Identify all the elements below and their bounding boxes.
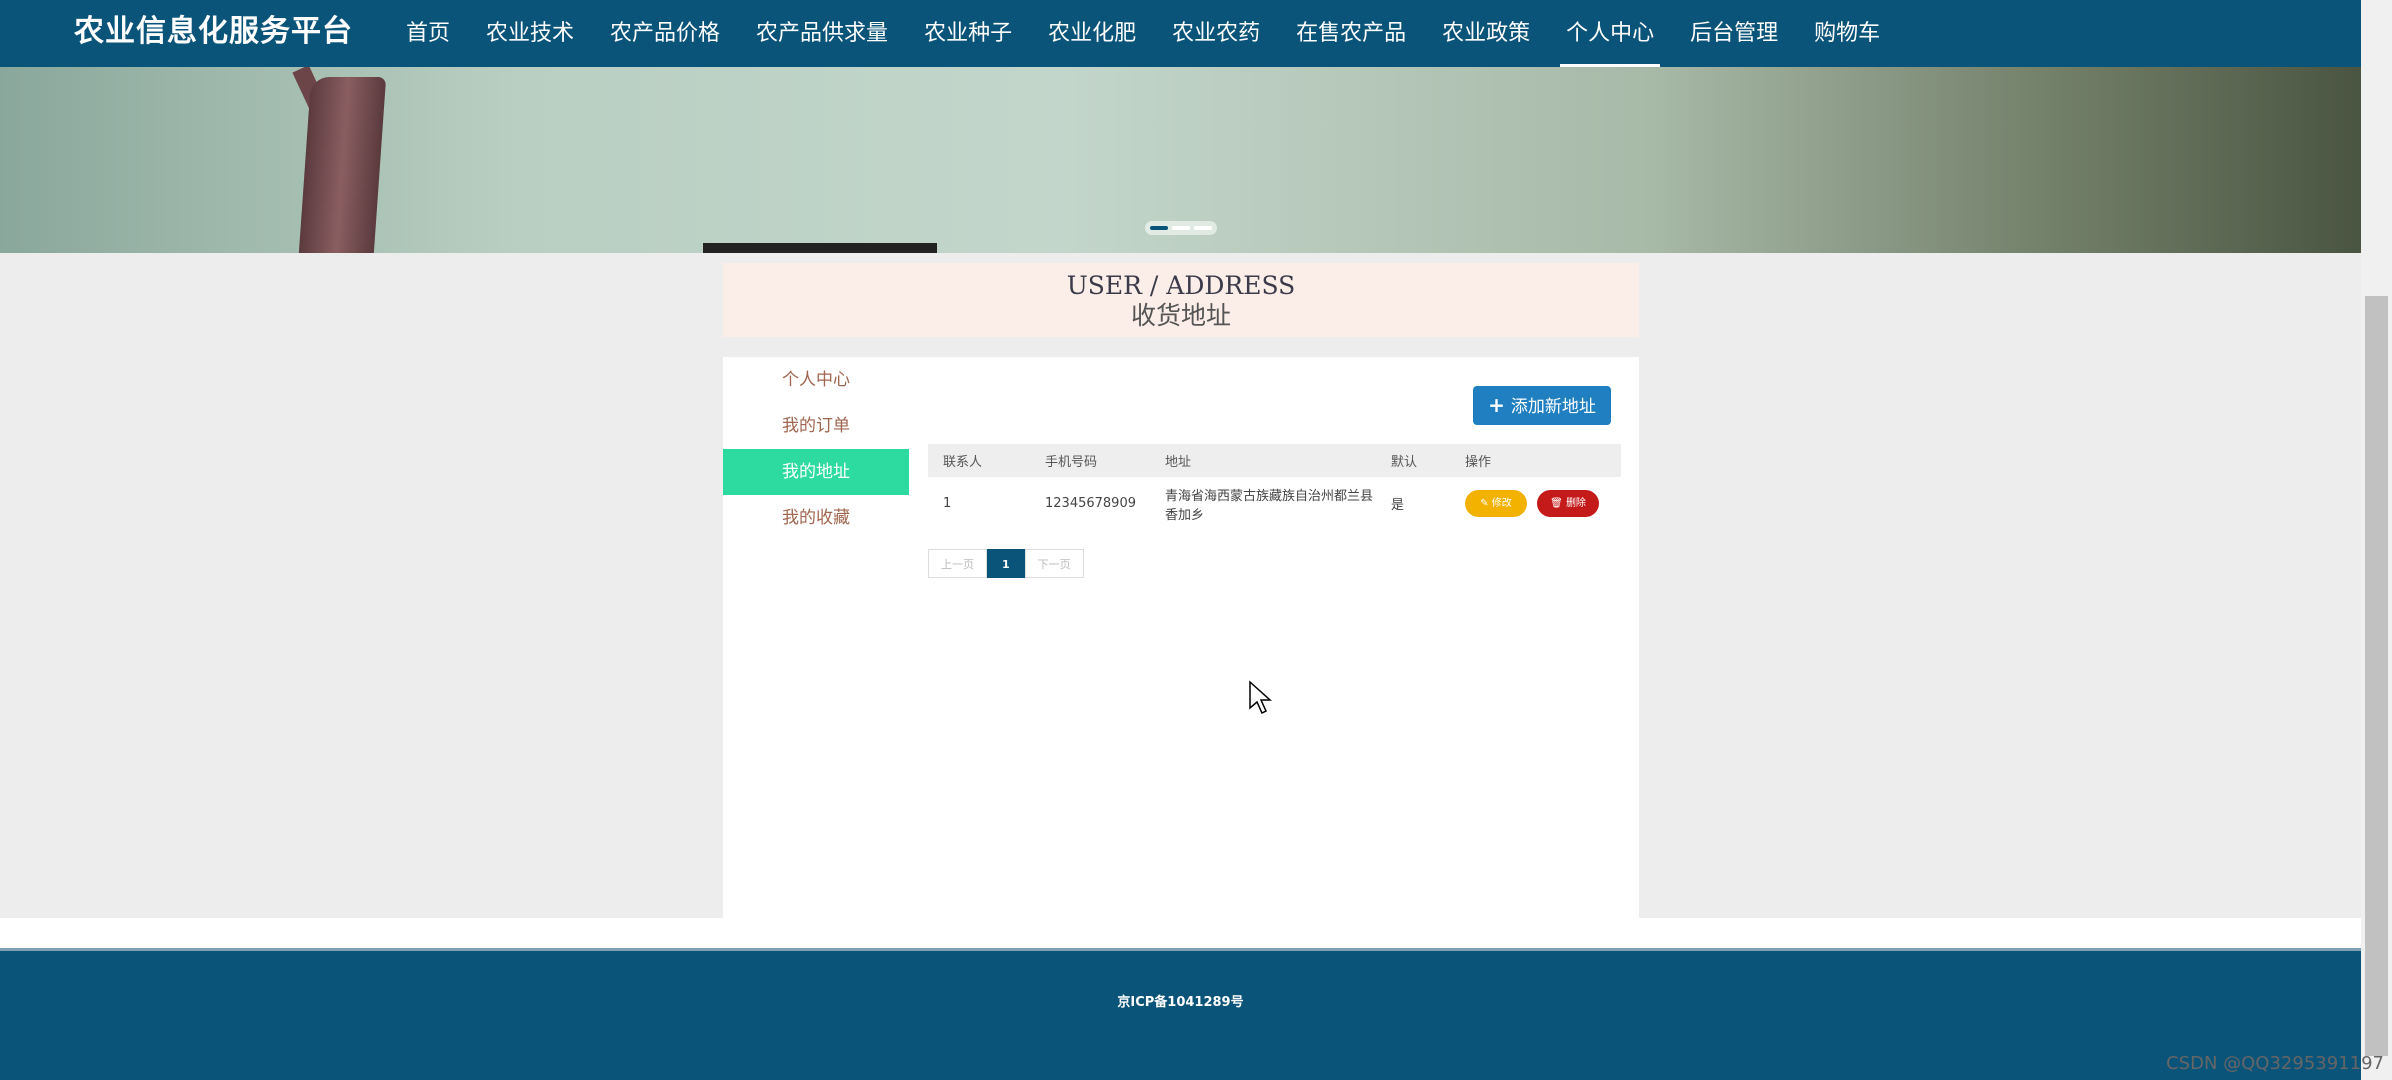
nav-item-admin[interactable]: 后台管理 bbox=[1672, 0, 1796, 67]
user-sidebar: 个人中心 我的订单 我的地址 我的收藏 bbox=[723, 357, 909, 541]
trash-icon: 🗑 bbox=[1550, 498, 1566, 509]
nav-item-home[interactable]: 首页 bbox=[388, 0, 468, 67]
nav-item-policy[interactable]: 农业政策 bbox=[1424, 0, 1548, 67]
cell-contact: 1 bbox=[943, 496, 952, 511]
delete-address-button[interactable]: 🗑 删除 bbox=[1537, 490, 1599, 517]
page-title-box: USER / ADDRESS 收货地址 bbox=[723, 263, 1639, 337]
carousel-dot-2[interactable] bbox=[1172, 226, 1190, 230]
table-header-row: 联系人 手机号码 地址 默认 操作 bbox=[928, 444, 1621, 477]
nav-item-tech[interactable]: 农业技术 bbox=[468, 0, 592, 67]
page-title-cn: 收货地址 bbox=[1130, 301, 1231, 330]
address-panel: 个人中心 我的订单 我的地址 我的收藏 + 添加新地址 联系人 手机号码 地址 默… bbox=[723, 357, 1639, 918]
column-header-phone: 手机号码 bbox=[1030, 444, 1150, 477]
table-row: 1 12345678909 青海省海西蒙古族藏族自治州都兰县香加乡 是 ✎ 修改… bbox=[928, 477, 1621, 530]
page-title-en: USER / ADDRESS bbox=[1066, 271, 1296, 300]
vertical-scrollbar[interactable] bbox=[2361, 0, 2392, 1080]
nav-item-price[interactable]: 农产品价格 bbox=[592, 0, 738, 67]
cell-address: 青海省海西蒙古族藏族自治州都兰县香加乡 bbox=[1165, 488, 1374, 523]
carousel-dot-3[interactable] bbox=[1194, 226, 1212, 230]
pagination-page-current[interactable]: 1 bbox=[987, 549, 1025, 578]
banner-image-post bbox=[703, 243, 937, 253]
mouse-pointer-icon bbox=[1249, 680, 1272, 715]
delete-label: 删除 bbox=[1565, 498, 1586, 509]
watermark: CSDN @QQ3295391197 bbox=[2166, 1053, 2384, 1074]
column-header-address: 地址 bbox=[1150, 444, 1376, 477]
nav-item-pesticide[interactable]: 农业农药 bbox=[1154, 0, 1278, 67]
cell-actions: ✎ 修改 🗑 删除 bbox=[1450, 477, 1621, 530]
carousel-dot-1[interactable] bbox=[1150, 226, 1168, 230]
page-footer: 京ICP备1041289号 bbox=[0, 948, 2361, 1080]
nav-item-supply[interactable]: 农产品供求量 bbox=[738, 0, 906, 67]
sidebar-item-user-center[interactable]: 个人中心 bbox=[723, 357, 909, 403]
top-navbar: 农业信息化服务平台 首页 农业技术 农产品价格 农产品供求量 农业种子 农业化肥… bbox=[0, 0, 2361, 67]
nav-item-products[interactable]: 在售农产品 bbox=[1278, 0, 1424, 67]
sidebar-item-orders[interactable]: 我的订单 bbox=[723, 403, 909, 449]
nav-item-seeds[interactable]: 农业种子 bbox=[906, 0, 1030, 67]
pagination: 上一页 1 下一页 bbox=[928, 549, 1084, 578]
banner-image-trunk bbox=[298, 77, 387, 253]
main-nav: 首页 农业技术 农产品价格 农产品供求量 农业种子 农业化肥 农业农药 在售农产… bbox=[388, 0, 1898, 67]
add-address-button[interactable]: + 添加新地址 bbox=[1473, 386, 1611, 425]
column-header-default: 默认 bbox=[1376, 444, 1450, 477]
pagination-prev[interactable]: 上一页 bbox=[928, 549, 987, 578]
add-address-label: 添加新地址 bbox=[1510, 397, 1596, 417]
footer-spacer bbox=[0, 918, 2361, 948]
sidebar-item-favorites[interactable]: 我的收藏 bbox=[723, 495, 909, 541]
cell-default: 是 bbox=[1391, 498, 1405, 513]
edit-address-button[interactable]: ✎ 修改 bbox=[1465, 490, 1527, 517]
cell-phone: 12345678909 bbox=[1045, 496, 1136, 511]
column-header-contact: 联系人 bbox=[928, 444, 1030, 477]
address-table: 联系人 手机号码 地址 默认 操作 1 12345678909 青海省海西蒙古族… bbox=[928, 444, 1621, 530]
banner-carousel bbox=[0, 67, 2361, 253]
nav-item-cart[interactable]: 购物车 bbox=[1796, 0, 1898, 67]
column-header-actions: 操作 bbox=[1450, 444, 1621, 477]
pencil-icon: ✎ bbox=[1480, 498, 1492, 509]
sidebar-item-address[interactable]: 我的地址 bbox=[723, 449, 909, 495]
edit-label: 修改 bbox=[1491, 498, 1512, 509]
nav-item-fertilizer[interactable]: 农业化肥 bbox=[1030, 0, 1154, 67]
site-brand[interactable]: 农业信息化服务平台 bbox=[74, 12, 353, 52]
carousel-indicators bbox=[1145, 221, 1217, 235]
scrollbar-thumb[interactable] bbox=[2365, 296, 2388, 1056]
plus-icon: + bbox=[1488, 393, 1505, 417]
pagination-next[interactable]: 下一页 bbox=[1024, 549, 1084, 578]
nav-item-user-center[interactable]: 个人中心 bbox=[1548, 0, 1672, 67]
icp-license: 京ICP备1041289号 bbox=[1117, 995, 1244, 1010]
